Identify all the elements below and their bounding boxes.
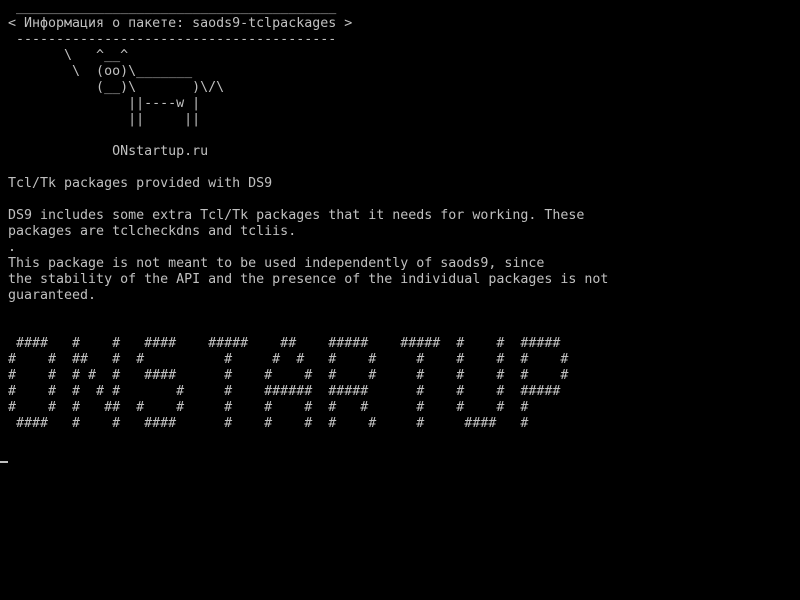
- cow-art-line-5: || ||: [8, 112, 201, 127]
- cow-art-line-2: \ (oo)\_______: [8, 64, 193, 79]
- description-line: DS9 includes some extra Tcl/Tk packages …: [8, 208, 585, 223]
- cowsay-border-bottom: ----------------------------------------: [8, 32, 337, 47]
- description-line: the stability of the API and the presenc…: [8, 272, 609, 287]
- description-line: guaranteed.: [8, 288, 97, 303]
- cowsay-border-top: ________________________________________: [8, 0, 337, 15]
- ascii-banner-line: # # ## # # # # # # # # # # # #: [8, 352, 569, 367]
- ascii-banner-line: # # # # # #### # # # # # # # # # #: [8, 368, 569, 383]
- cow-art-line-3: (__)\ )\/\: [8, 80, 225, 95]
- cow-art-line-4: ||----w |: [8, 96, 201, 111]
- terminal-screen[interactable]: ________________________________________…: [0, 0, 800, 600]
- text-cursor: [0, 461, 8, 463]
- description-separator: .: [8, 240, 17, 255]
- site-name: ONstartup.ru: [8, 144, 209, 159]
- cowsay-message: < Информация о пакете: saods9-tclpackage…: [8, 16, 353, 31]
- cow-art-line-1: \ ^__^: [8, 48, 129, 63]
- description-line: packages are tclcheckdns and tcliis.: [8, 224, 297, 239]
- ascii-banner-line: #### # # #### ##### ## ##### ##### # # #…: [8, 336, 561, 351]
- ascii-banner-line: #### # # #### # # # # # # #### #: [8, 416, 529, 431]
- ascii-banner-line: # # # ## # # # # # # # # # # #: [8, 400, 529, 415]
- ascii-banner-line: # # # # # # # ###### ##### # # # #####: [8, 384, 561, 399]
- description-line: This package is not meant to be used ind…: [8, 256, 545, 271]
- package-summary: Tcl/Tk packages provided with DS9: [8, 176, 273, 191]
